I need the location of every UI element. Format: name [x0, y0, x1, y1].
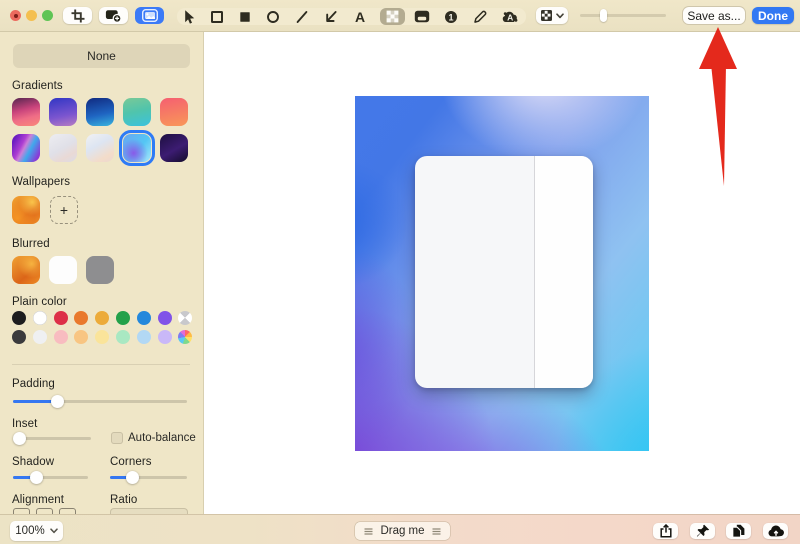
svg-text:1: 1	[448, 12, 453, 22]
svg-text:A: A	[507, 13, 513, 23]
